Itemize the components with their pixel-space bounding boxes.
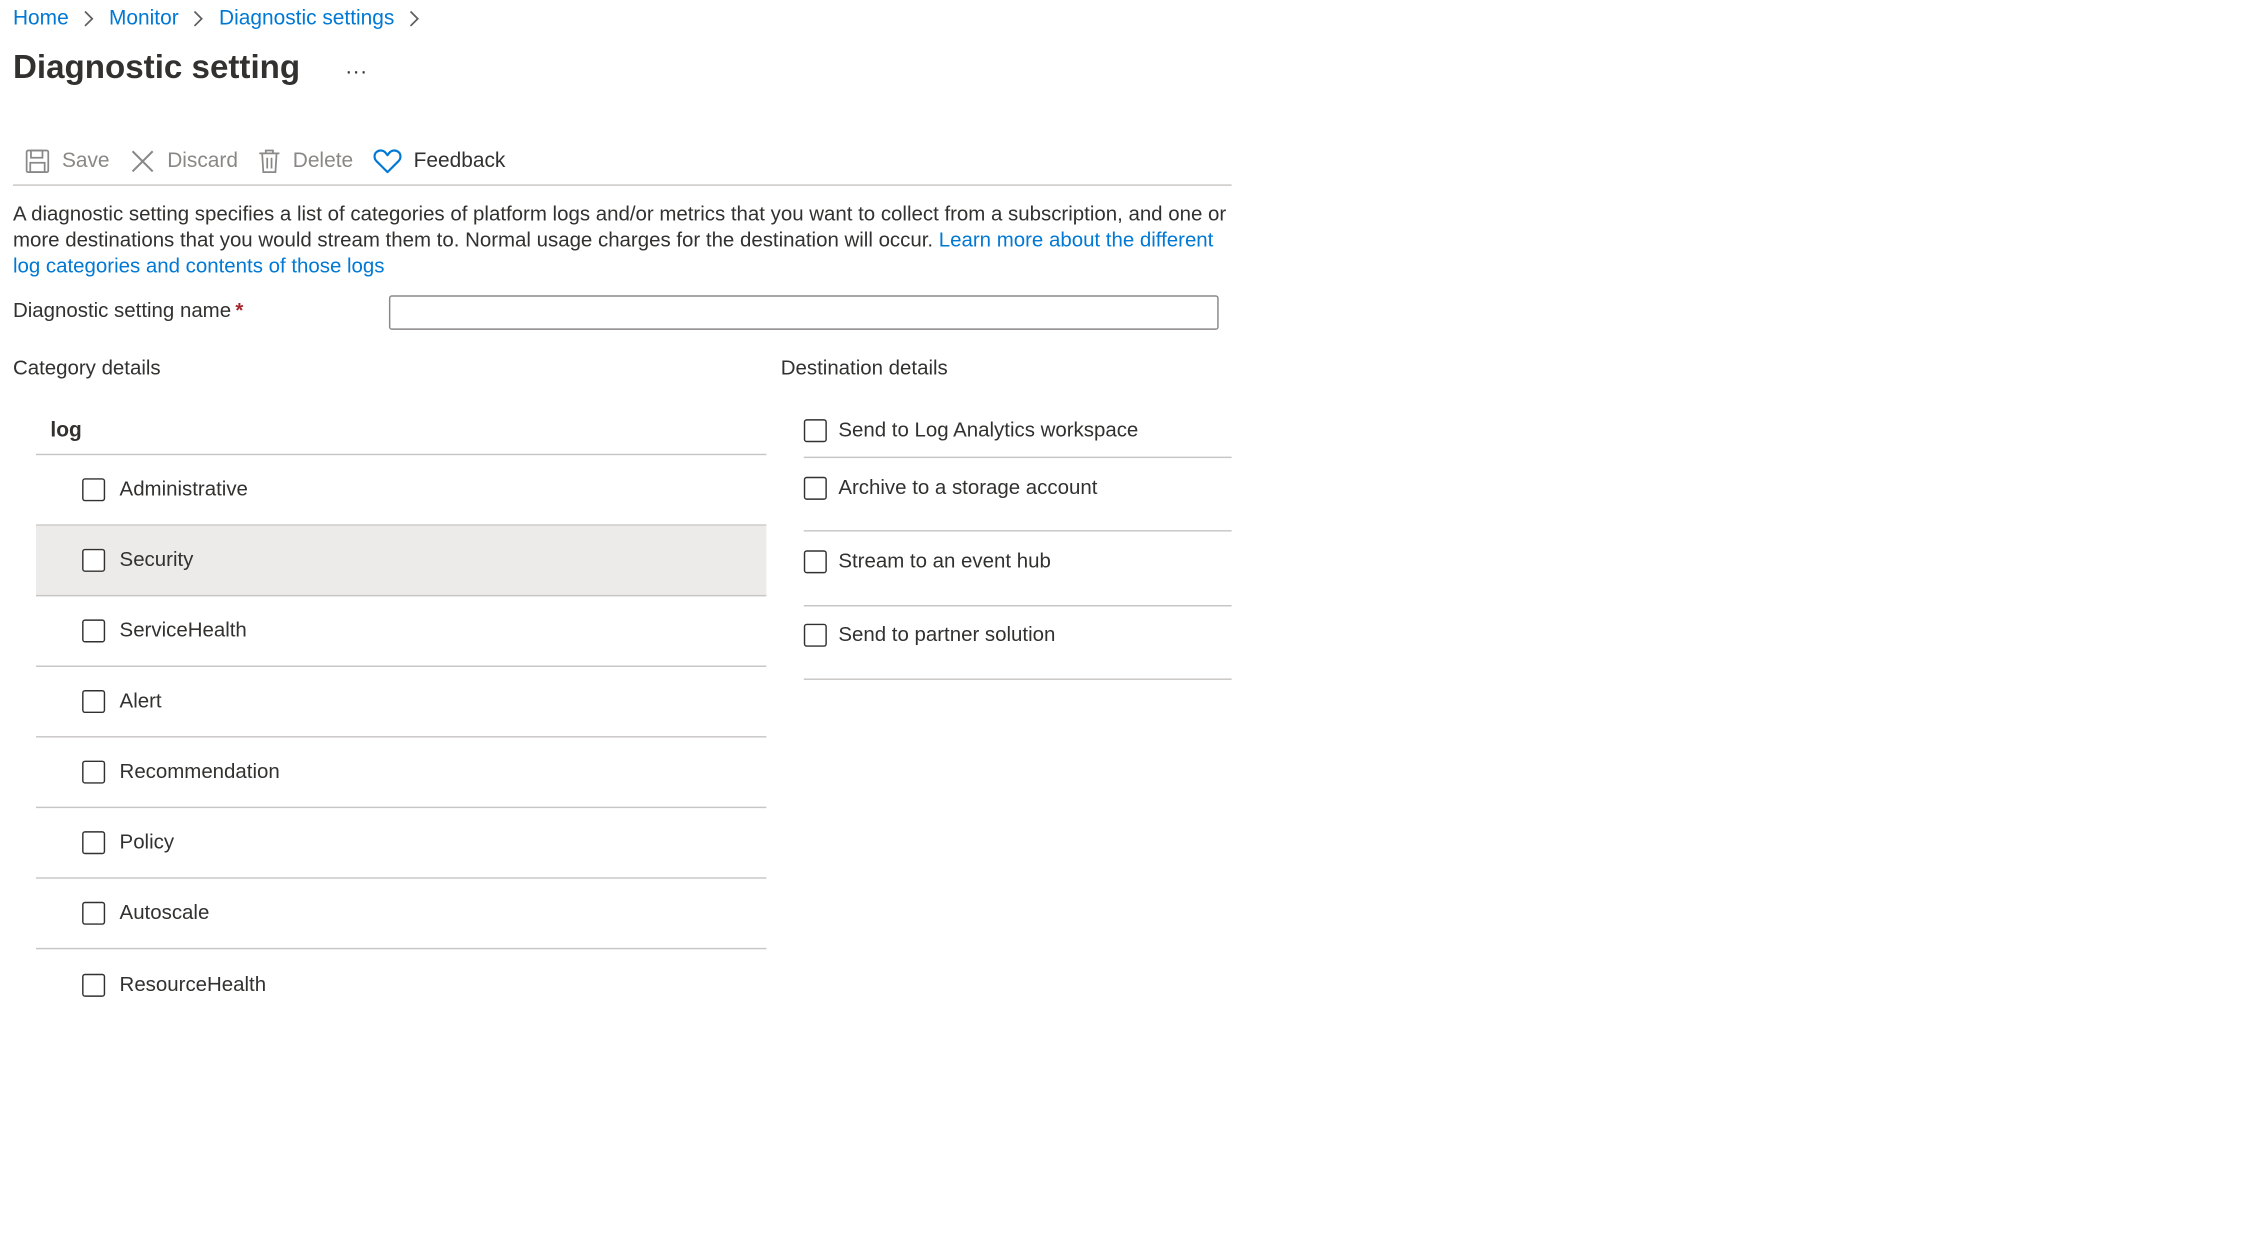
heart-icon [373,149,402,174]
checkbox[interactable] [82,760,106,784]
category-row-policy[interactable]: Policy [36,808,767,879]
close-icon [131,150,154,173]
category-label: Recommendation [119,760,280,784]
command-bar: Save Discard Delete Feedback [12,138,1232,186]
category-label: ServiceHealth [119,619,247,643]
destination-label: Stream to an event hub [838,550,1051,574]
setting-name-label-text: Diagnostic setting name [12,299,232,323]
destination-row-storage-account[interactable]: Archive to a storage account [803,458,1232,533]
feedback-button[interactable]: Feedback [373,148,505,174]
destination-label: Send to partner solution [838,624,1056,648]
category-row-servicehealth[interactable]: ServiceHealth [36,596,767,667]
save-button[interactable]: Save [24,148,110,174]
category-label: Alert [119,689,162,714]
save-label: Save [61,149,110,173]
save-icon [25,149,50,174]
category-row-administrative[interactable]: Administrative [36,455,767,526]
chevron-right-icon [409,10,419,27]
destination-row-event-hub[interactable]: Stream to an event hub [803,532,1232,607]
feedback-label: Feedback [413,149,506,173]
setting-name-input[interactable] [388,295,1219,330]
discard-label: Discard [167,149,238,173]
checkbox[interactable] [82,478,106,502]
page-title: Diagnostic setting [12,47,301,85]
category-row-autoscale[interactable]: Autoscale [36,879,767,950]
checkbox[interactable] [82,973,106,997]
checkbox[interactable] [803,550,827,574]
checkbox[interactable] [803,419,827,443]
category-list: log Administrative Security ServiceHealt… [36,409,767,1020]
checkbox[interactable] [803,624,827,648]
checkbox[interactable] [803,476,827,500]
setting-name-label: Diagnostic setting name * [13,300,243,323]
checkbox[interactable] [82,689,106,714]
category-row-recommendation[interactable]: Recommendation [36,738,767,809]
category-label: ResourceHealth [119,973,267,997]
checkbox[interactable] [82,901,106,925]
breadcrumb-home[interactable]: Home [13,7,69,30]
destination-details-title: Destination details [780,357,948,381]
breadcrumb: Home Monitor Diagnostic settings [13,7,435,30]
category-label: Security [119,548,194,572]
destination-row-log-analytics[interactable]: Send to Log Analytics workspace [803,405,1232,459]
destination-list: Send to Log Analytics workspace Archive … [803,405,1232,681]
category-row-alert[interactable]: Alert [36,667,767,738]
breadcrumb-monitor[interactable]: Monitor [109,7,179,30]
category-row-resourcehealth[interactable]: ResourceHealth [36,949,766,1020]
discard-button[interactable]: Discard [130,148,238,174]
category-label: Policy [119,831,175,855]
delete-label: Delete [292,149,354,173]
destination-label: Archive to a storage account [838,476,1098,500]
description-text: A diagnostic setting specifies a list of… [13,202,1232,280]
destination-label: Send to Log Analytics workspace [838,419,1139,443]
category-row-security[interactable]: Security [36,525,767,597]
diagnostic-setting-page: Home Monitor Diagnostic settings Diagnos… [0,0,2250,1239]
required-marker: * [235,299,244,323]
trash-icon [259,149,280,174]
checkbox[interactable] [82,619,106,643]
checkbox[interactable] [82,548,106,572]
breadcrumb-diagnostic-settings[interactable]: Diagnostic settings [219,7,394,30]
more-options-button[interactable]: ... [346,55,368,79]
chevron-right-icon [193,10,203,27]
category-label: Autoscale [119,901,210,925]
category-label: Administrative [119,478,248,502]
checkbox[interactable] [82,831,106,855]
category-group-header: log [36,409,767,456]
destination-row-partner-solution[interactable]: Send to partner solution [803,606,1232,681]
delete-button[interactable]: Delete [258,148,353,174]
chevron-right-icon [83,10,93,27]
category-details-title: Category details [12,357,161,381]
